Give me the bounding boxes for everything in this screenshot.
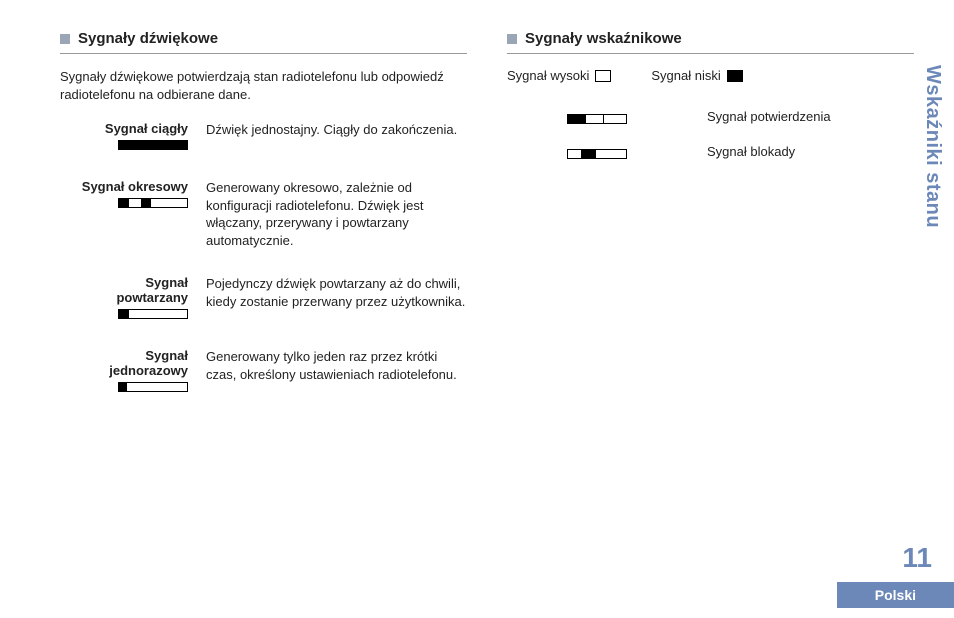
signal-label: Sygnał ciągły	[78, 121, 188, 153]
legend-row: Sygnał wysoki Sygnał niski	[507, 68, 914, 83]
box-filled-icon	[727, 70, 743, 82]
signal-desc: Dźwięk jednostajny. Ciągły do zakończeni…	[206, 121, 467, 153]
pattern-block-icon	[567, 149, 627, 159]
section-title-indicator: Sygnały wskaźnikowe	[525, 30, 682, 47]
bullet-icon	[60, 34, 70, 44]
signal-label-text: Sygnał jednorazowy	[78, 348, 188, 378]
signal-label-text: Sygnał powtarzany	[78, 275, 188, 305]
signal-desc: Pojedynczy dźwięk powtarzany aż do chwil…	[206, 275, 467, 322]
signal-label: Sygnał okresowy	[78, 179, 188, 249]
box-empty-icon	[595, 70, 611, 82]
pattern-periodic-icon	[118, 198, 188, 208]
pattern-continuous-icon	[118, 140, 188, 150]
legend-low: Sygnał niski	[651, 68, 742, 83]
legend-low-label: Sygnał niski	[651, 68, 720, 83]
language-tab: Polski	[837, 582, 954, 608]
column-audio-signals: Sygnały dźwiękowe Sygnały dźwiękowe potw…	[60, 30, 467, 395]
pattern-once-icon	[118, 382, 188, 392]
pattern-repeat-icon	[118, 309, 188, 319]
indicator-label: Sygnał potwierdzenia	[707, 109, 914, 124]
legend-high: Sygnał wysoki	[507, 68, 611, 83]
signal-label-text: Sygnał okresowy	[78, 179, 188, 194]
section-title-audio: Sygnały dźwiękowe	[78, 30, 218, 47]
signal-label: Sygnał powtarzany	[78, 275, 188, 322]
page-number: 11	[902, 542, 932, 574]
legend-high-label: Sygnał wysoki	[507, 68, 589, 83]
signal-label-text: Sygnał ciągły	[78, 121, 188, 136]
signal-label: Sygnał jednorazowy	[78, 348, 188, 395]
column-indicator-signals: Sygnały wskaźnikowe Sygnał wysoki Sygnał…	[507, 30, 914, 395]
pattern-confirm-icon	[567, 114, 627, 124]
bullet-icon	[507, 34, 517, 44]
signal-table: Sygnał ciągły Dźwięk jednostajny. Ciągły…	[78, 121, 467, 395]
intro-text: Sygnały dźwiękowe potwierdzają stan radi…	[60, 68, 467, 103]
section-header-indicator: Sygnały wskaźnikowe	[507, 30, 914, 54]
signal-desc: Generowany tylko jeden raz przez krótki …	[206, 348, 467, 395]
indicator-rows: Sygnał potwierdzenia Sygnał blokady	[567, 109, 914, 159]
signal-desc: Generowany okresowo, zależnie od konfigu…	[206, 179, 467, 249]
side-tab: Wskaźniki stanu	[921, 65, 944, 228]
section-header-audio: Sygnały dźwiękowe	[60, 30, 467, 54]
indicator-label: Sygnał blokady	[707, 144, 914, 159]
